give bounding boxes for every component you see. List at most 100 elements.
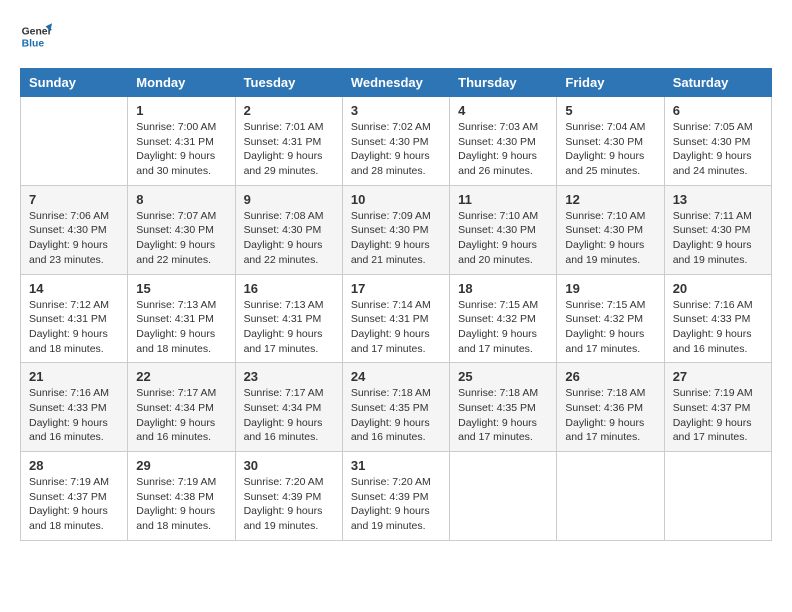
day-number: 24	[351, 369, 441, 384]
calendar-cell: 14 Sunrise: 7:12 AM Sunset: 4:31 PM Dayli…	[21, 274, 128, 363]
calendar-cell: 22Sunrise: 7:17 AM Sunset: 4:34 PM Dayli…	[128, 363, 235, 452]
day-content: Sunrise: 7:18 AM Sunset: 4:35 PM Dayligh…	[351, 386, 441, 445]
day-content: Sunrise: 7:20 AM Sunset: 4:39 PM Dayligh…	[351, 475, 441, 534]
calendar-cell: 6 Sunrise: 7:05 AM Sunset: 4:30 PM Daylig…	[664, 97, 771, 186]
day-content: Sunrise: 7:17 AM Sunset: 4:34 PM Dayligh…	[244, 386, 334, 445]
logo-icon: General Blue	[20, 20, 52, 52]
calendar-cell: 31 Sunrise: 7:20 AM Sunset: 4:39 PM Dayli…	[342, 452, 449, 541]
calendar-cell: 28 Sunrise: 7:19 AM Sunset: 4:37 PM Dayli…	[21, 452, 128, 541]
day-content: Sunrise: 7:00 AM Sunset: 4:31 PM Dayligh…	[136, 120, 226, 179]
day-number: 19	[565, 281, 655, 296]
day-content: Sunrise: 7:09 AM Sunset: 4:30 PM Dayligh…	[351, 209, 441, 268]
day-number: 20	[673, 281, 763, 296]
day-number: 12	[565, 192, 655, 207]
day-content: Sunrise: 7:02 AM Sunset: 4:30 PM Dayligh…	[351, 120, 441, 179]
day-content: Sunrise: 7:07 AM Sunset: 4:30 PM Dayligh…	[136, 209, 226, 268]
day-number: 6	[673, 103, 763, 118]
day-content: Sunrise: 7:19 AM Sunset: 4:38 PM Dayligh…	[136, 475, 226, 534]
day-content: Sunrise: 7:01 AM Sunset: 4:31 PM Dayligh…	[244, 120, 334, 179]
day-content: Sunrise: 7:10 AM Sunset: 4:30 PM Dayligh…	[458, 209, 548, 268]
day-number: 14	[29, 281, 119, 296]
weekday-header-thursday: Thursday	[450, 69, 557, 97]
weekday-header-saturday: Saturday	[664, 69, 771, 97]
day-number: 13	[673, 192, 763, 207]
calendar-week-4: 21 Sunrise: 7:16 AM Sunset: 4:33 PM Dayli…	[21, 363, 772, 452]
day-number: 2	[244, 103, 334, 118]
day-content: Sunrise: 7:19 AM Sunset: 4:37 PM Dayligh…	[673, 386, 763, 445]
day-content: Sunrise: 7:12 AM Sunset: 4:31 PM Dayligh…	[29, 298, 119, 357]
day-content: Sunrise: 7:13 AM Sunset: 4:31 PM Dayligh…	[136, 298, 226, 357]
day-content: Sunrise: 7:08 AM Sunset: 4:30 PM Dayligh…	[244, 209, 334, 268]
calendar-cell: 16 Sunrise: 7:13 AM Sunset: 4:31 PM Dayli…	[235, 274, 342, 363]
calendar-cell: 7Sunrise: 7:06 AM Sunset: 4:30 PM Daylig…	[21, 185, 128, 274]
calendar-cell	[557, 452, 664, 541]
weekday-header-friday: Friday	[557, 69, 664, 97]
day-number: 28	[29, 458, 119, 473]
day-content: Sunrise: 7:16 AM Sunset: 4:33 PM Dayligh…	[673, 298, 763, 357]
calendar-cell	[450, 452, 557, 541]
day-number: 23	[244, 369, 334, 384]
day-number: 29	[136, 458, 226, 473]
calendar-cell: 21 Sunrise: 7:16 AM Sunset: 4:33 PM Dayli…	[21, 363, 128, 452]
logo: General Blue	[20, 20, 56, 52]
page-header: General Blue	[20, 20, 772, 52]
svg-text:Blue: Blue	[22, 38, 45, 49]
calendar-week-1: 1 Sunrise: 7:00 AM Sunset: 4:31 PM Daylig…	[21, 97, 772, 186]
calendar-cell	[664, 452, 771, 541]
day-number: 5	[565, 103, 655, 118]
calendar-cell: 10 Sunrise: 7:09 AM Sunset: 4:30 PM Dayli…	[342, 185, 449, 274]
calendar-cell: 29 Sunrise: 7:19 AM Sunset: 4:38 PM Dayli…	[128, 452, 235, 541]
day-number: 9	[244, 192, 334, 207]
day-number: 18	[458, 281, 548, 296]
calendar-cell: 9 Sunrise: 7:08 AM Sunset: 4:30 PM Daylig…	[235, 185, 342, 274]
day-number: 1	[136, 103, 226, 118]
day-content: Sunrise: 7:17 AM Sunset: 4:34 PM Dayligh…	[136, 386, 226, 445]
day-number: 7	[29, 192, 119, 207]
day-number: 8	[136, 192, 226, 207]
day-number: 10	[351, 192, 441, 207]
day-number: 4	[458, 103, 548, 118]
weekday-header-wednesday: Wednesday	[342, 69, 449, 97]
calendar-cell: 2 Sunrise: 7:01 AM Sunset: 4:31 PM Daylig…	[235, 97, 342, 186]
weekday-header-row: SundayMondayTuesdayWednesdayThursdayFrid…	[21, 69, 772, 97]
day-number: 31	[351, 458, 441, 473]
calendar-cell: 24 Sunrise: 7:18 AM Sunset: 4:35 PM Dayli…	[342, 363, 449, 452]
calendar-cell: 17Sunrise: 7:14 AM Sunset: 4:31 PM Dayli…	[342, 274, 449, 363]
weekday-header-monday: Monday	[128, 69, 235, 97]
calendar-cell: 23 Sunrise: 7:17 AM Sunset: 4:34 PM Dayli…	[235, 363, 342, 452]
calendar-cell: 11Sunrise: 7:10 AM Sunset: 4:30 PM Dayli…	[450, 185, 557, 274]
calendar-cell: 12 Sunrise: 7:10 AM Sunset: 4:30 PM Dayli…	[557, 185, 664, 274]
calendar-cell: 26Sunrise: 7:18 AM Sunset: 4:36 PM Dayli…	[557, 363, 664, 452]
day-content: Sunrise: 7:05 AM Sunset: 4:30 PM Dayligh…	[673, 120, 763, 179]
day-number: 16	[244, 281, 334, 296]
day-number: 25	[458, 369, 548, 384]
day-content: Sunrise: 7:20 AM Sunset: 4:39 PM Dayligh…	[244, 475, 334, 534]
calendar-cell: 8 Sunrise: 7:07 AM Sunset: 4:30 PM Daylig…	[128, 185, 235, 274]
day-number: 21	[29, 369, 119, 384]
calendar-cell: 30 Sunrise: 7:20 AM Sunset: 4:39 PM Dayli…	[235, 452, 342, 541]
day-content: Sunrise: 7:18 AM Sunset: 4:36 PM Dayligh…	[565, 386, 655, 445]
calendar-week-3: 14 Sunrise: 7:12 AM Sunset: 4:31 PM Dayli…	[21, 274, 772, 363]
day-number: 15	[136, 281, 226, 296]
calendar-cell: 13Sunrise: 7:11 AM Sunset: 4:30 PM Dayli…	[664, 185, 771, 274]
day-content: Sunrise: 7:04 AM Sunset: 4:30 PM Dayligh…	[565, 120, 655, 179]
calendar-week-5: 28 Sunrise: 7:19 AM Sunset: 4:37 PM Dayli…	[21, 452, 772, 541]
calendar-cell: 19 Sunrise: 7:15 AM Sunset: 4:32 PM Dayli…	[557, 274, 664, 363]
day-content: Sunrise: 7:19 AM Sunset: 4:37 PM Dayligh…	[29, 475, 119, 534]
day-number: 30	[244, 458, 334, 473]
calendar-cell: 4 Sunrise: 7:03 AM Sunset: 4:30 PM Daylig…	[450, 97, 557, 186]
day-content: Sunrise: 7:15 AM Sunset: 4:32 PM Dayligh…	[565, 298, 655, 357]
calendar-cell: 15 Sunrise: 7:13 AM Sunset: 4:31 PM Dayli…	[128, 274, 235, 363]
calendar-week-2: 7Sunrise: 7:06 AM Sunset: 4:30 PM Daylig…	[21, 185, 772, 274]
weekday-header-sunday: Sunday	[21, 69, 128, 97]
calendar-cell	[21, 97, 128, 186]
day-content: Sunrise: 7:18 AM Sunset: 4:35 PM Dayligh…	[458, 386, 548, 445]
day-content: Sunrise: 7:16 AM Sunset: 4:33 PM Dayligh…	[29, 386, 119, 445]
day-content: Sunrise: 7:03 AM Sunset: 4:30 PM Dayligh…	[458, 120, 548, 179]
calendar-cell: 25 Sunrise: 7:18 AM Sunset: 4:35 PM Dayli…	[450, 363, 557, 452]
day-content: Sunrise: 7:10 AM Sunset: 4:30 PM Dayligh…	[565, 209, 655, 268]
calendar-cell: 18Sunrise: 7:15 AM Sunset: 4:32 PM Dayli…	[450, 274, 557, 363]
calendar-cell: 20 Sunrise: 7:16 AM Sunset: 4:33 PM Dayli…	[664, 274, 771, 363]
calendar-cell: 1 Sunrise: 7:00 AM Sunset: 4:31 PM Daylig…	[128, 97, 235, 186]
day-content: Sunrise: 7:13 AM Sunset: 4:31 PM Dayligh…	[244, 298, 334, 357]
